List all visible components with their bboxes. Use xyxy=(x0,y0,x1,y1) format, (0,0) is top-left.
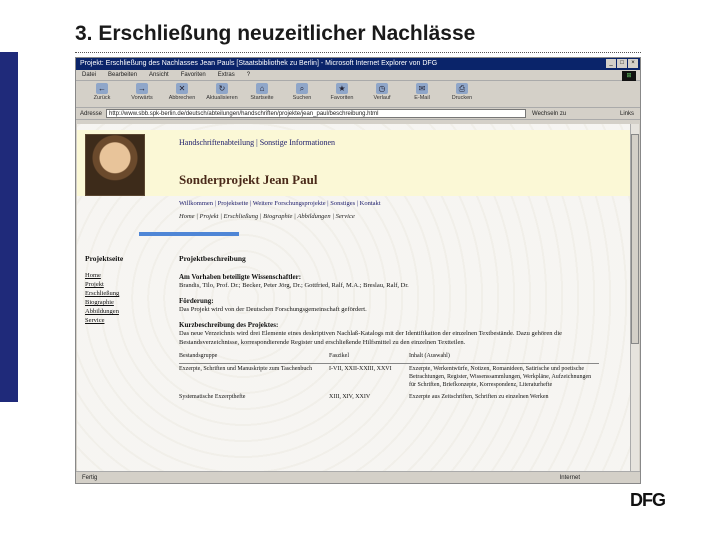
history-label: Verlauf xyxy=(373,95,391,101)
blue-accent-line xyxy=(139,232,239,236)
secondary-nav[interactable]: Home | Projekt | Erschließung | Biograph… xyxy=(179,213,355,220)
status-bar: Fertig Internet xyxy=(76,471,640,483)
browser-titlebar: Projekt: Erschließung des Nachlasses Jea… xyxy=(76,58,640,70)
funding-heading: Förderung: xyxy=(179,297,214,305)
forward-button[interactable]: → Vorwärts xyxy=(122,81,162,101)
address-bar: Adresse http://www.sbb.spk-berlin.de/deu… xyxy=(76,108,640,120)
history-icon: ◷ xyxy=(376,83,388,94)
menu-bearbeiten[interactable]: Bearbeiten xyxy=(108,72,137,78)
col-header-inhalt: Inhalt (Auswahl) xyxy=(409,351,599,364)
dfg-logo: DFG xyxy=(630,490,666,510)
summary-text: Das neue Verzeichnis wird drei Elemente … xyxy=(179,330,563,346)
windows-logo-icon: ⊞ xyxy=(622,71,636,81)
minimize-button[interactable]: _ xyxy=(606,59,616,68)
printer-icon: ⎙ xyxy=(456,83,468,94)
funding-text: Das Projekt wird von der Deutschen Forsc… xyxy=(179,306,367,313)
jean-paul-portrait xyxy=(85,134,145,196)
title-underline xyxy=(75,52,641,53)
forward-arrow-icon: → xyxy=(136,83,148,94)
scrollbar-thumb[interactable] xyxy=(631,134,639,344)
home-label: Startseite xyxy=(250,95,274,101)
page-title: Sonderprojekt Jean Paul xyxy=(179,172,318,187)
main-content: Projektbeschreibung Am Vorhaben beteilig… xyxy=(179,254,619,404)
header-links: Handschriftenabteilung | Sonstige Inform… xyxy=(179,138,335,147)
table-row: Systematische Exzerpthefte XIII, XIV, XX… xyxy=(179,392,599,404)
page-header-band xyxy=(77,130,631,196)
menu-help[interactable]: ? xyxy=(247,72,250,78)
table-cell: Exzerpte, Werkentwürfe, Notizen, Romanid… xyxy=(409,366,592,388)
menu-bar: Datei Bearbeiten Ansicht Favoriten Extra… xyxy=(76,70,640,81)
back-button[interactable]: ← Zurück xyxy=(82,81,122,101)
mail-icon: ✉ xyxy=(416,83,428,94)
refresh-button[interactable]: ↻ Aktualisieren xyxy=(202,81,242,101)
search-button[interactable]: ⌕ Suchen xyxy=(282,81,322,101)
refresh-label: Aktualisieren xyxy=(206,95,238,101)
scientists-heading: Am Vorhaben beteiligte Wissenschaftler: xyxy=(179,273,302,281)
refresh-icon: ↻ xyxy=(216,83,228,94)
sidebar-title: Projektseite xyxy=(85,254,124,263)
menu-extras[interactable]: Extras xyxy=(218,72,235,78)
address-label: Adresse xyxy=(80,110,103,117)
sidebar-item-erschliessung[interactable]: Erschließung xyxy=(85,289,165,298)
stop-button[interactable]: ✕ Abbrechen xyxy=(162,81,202,101)
window-controls: _ □ × xyxy=(606,59,638,68)
history-button[interactable]: ◷ Verlauf xyxy=(362,81,402,101)
browser-toolbar: ← Zurück → Vorwärts ✕ Abbrechen ↻ Aktualisie… xyxy=(76,81,640,108)
table-cell: Exzerpte, Schriften und Manuskripte zum … xyxy=(179,366,313,372)
status-text: Fertig xyxy=(82,475,98,481)
page-viewport: Handschriftenabteilung | Sonstige Inform… xyxy=(77,124,631,472)
back-arrow-icon: ← xyxy=(96,83,108,94)
sidebar-item-biographie[interactable]: Biographie xyxy=(85,298,165,307)
vertical-scrollbar[interactable] xyxy=(630,124,639,472)
maximize-button[interactable]: □ xyxy=(617,59,627,68)
menu-favoriten[interactable]: Favoriten xyxy=(181,72,206,78)
table-cell: XIII, XIV, XXIV xyxy=(329,394,371,400)
home-icon: ⌂ xyxy=(256,83,268,94)
sidebar-item-projekt[interactable]: Projekt xyxy=(85,280,165,289)
header-link-handschriften[interactable]: Handschriftenabteilung xyxy=(179,138,254,147)
table-cell: Systematische Exzerpthefte xyxy=(179,394,246,400)
mail-button[interactable]: ✉ E-Mail xyxy=(402,81,442,101)
header-link-sonstige[interactable]: Sonstige Informationen xyxy=(260,138,335,147)
star-icon: ★ xyxy=(336,83,348,94)
col-header-bestandsgruppe: Bestandsgruppe xyxy=(179,351,329,364)
print-label: Drucken xyxy=(451,95,473,101)
sidebar-item-service[interactable]: Service xyxy=(85,316,165,325)
mail-label: E-Mail xyxy=(414,95,430,101)
links-button[interactable]: Links xyxy=(620,111,634,117)
table-cell: I-VII, XXII-XXIII, XXVI xyxy=(329,366,392,372)
window-title: Projekt: Erschließung des Nachlasses Jea… xyxy=(80,60,438,67)
address-input[interactable]: http://www.sbb.spk-berlin.de/deutsch/abt… xyxy=(106,109,527,118)
stop-label: Abbrechen xyxy=(168,95,196,101)
stop-icon: ✕ xyxy=(176,83,188,94)
slide-title: 3. Erschließung neuzeitlicher Nachlässe xyxy=(75,22,476,45)
primary-nav[interactable]: Willkommen | Projektseite | Weitere Fors… xyxy=(179,200,381,207)
back-label: Zurück xyxy=(93,95,111,101)
favorites-button[interactable]: ★ Favoriten xyxy=(322,81,362,101)
search-label: Suchen xyxy=(292,95,312,101)
col-header-faszikel: Faszikel xyxy=(329,351,409,364)
sidebar-item-home[interactable]: Home xyxy=(85,271,165,280)
sidebar: Projektseite Home Projekt Erschließung B… xyxy=(85,254,165,325)
forward-label: Vorwärts xyxy=(131,95,153,101)
table-cell: Exzerpte aus Zeitschriften, Schriften zu… xyxy=(409,394,549,400)
table-row: Exzerpte, Schriften und Manuskripte zum … xyxy=(179,364,599,393)
print-button[interactable]: ⎙ Drucken xyxy=(442,81,482,101)
holdings-table: Bestandsgruppe Faszikel Inhalt (Auswahl)… xyxy=(179,351,599,404)
menu-datei[interactable]: Datei xyxy=(82,72,96,78)
favorites-label: Favoriten xyxy=(330,95,354,101)
home-button[interactable]: ⌂ Startseite xyxy=(242,81,282,101)
scientists-text: Brandis, Tilo, Prof. Dr.; Becker, Peter … xyxy=(179,282,409,289)
table-header-row: Bestandsgruppe Faszikel Inhalt (Auswahl) xyxy=(179,351,599,364)
menu-ansicht[interactable]: Ansicht xyxy=(149,72,169,78)
browser-window: Projekt: Erschließung des Nachlasses Jea… xyxy=(75,57,641,484)
close-button[interactable]: × xyxy=(628,59,638,68)
sidebar-item-abbildungen[interactable]: Abbildungen xyxy=(85,307,165,316)
go-button[interactable]: Wechseln zu xyxy=(532,111,566,117)
security-zone: Internet xyxy=(559,475,580,481)
summary-heading: Kurzbeschreibung des Projektes: xyxy=(179,321,279,329)
left-accent-bar xyxy=(0,52,18,402)
search-icon: ⌕ xyxy=(296,83,308,94)
section-title: Projektbeschreibung xyxy=(179,254,246,263)
